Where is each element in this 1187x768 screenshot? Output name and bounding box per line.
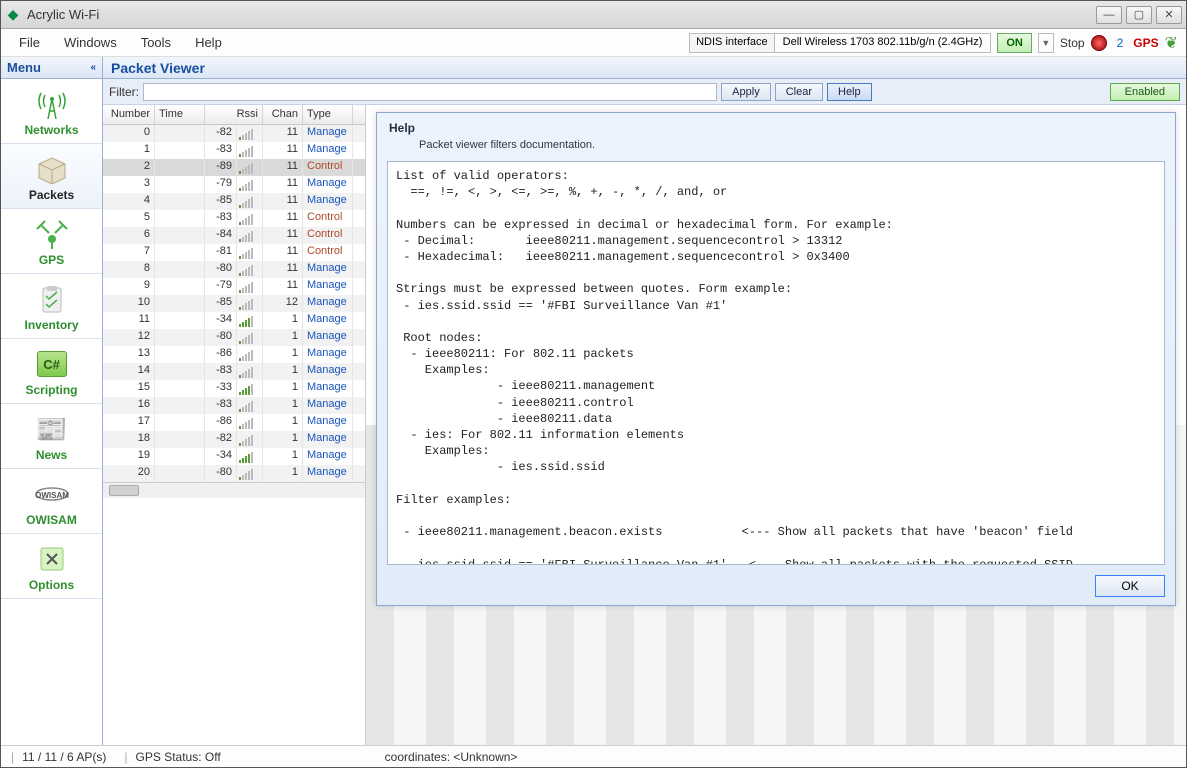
table-row[interactable]: 14-831Manage bbox=[103, 363, 365, 380]
menu-file[interactable]: File bbox=[9, 31, 50, 54]
table-row[interactable]: 17-861Manage bbox=[103, 414, 365, 431]
help-button[interactable]: Help bbox=[827, 83, 872, 101]
window-title: Acrylic Wi-Fi bbox=[27, 7, 99, 22]
status-ap: 11 / 11 / 6 AP(s) bbox=[22, 750, 106, 764]
satellite-icon bbox=[32, 217, 72, 251]
tools-icon bbox=[32, 542, 72, 576]
menu-windows[interactable]: Windows bbox=[54, 31, 127, 54]
filter-input[interactable] bbox=[143, 83, 717, 101]
on-dropdown-icon[interactable]: ▼ bbox=[1038, 33, 1054, 53]
interface-selector[interactable]: NDIS interface Dell Wireless 1703 802.11… bbox=[689, 33, 991, 53]
table-row[interactable]: 18-821Manage bbox=[103, 431, 365, 448]
table-row[interactable]: 19-341Manage bbox=[103, 448, 365, 465]
col-number[interactable]: Number bbox=[103, 105, 155, 124]
box-icon bbox=[32, 152, 72, 186]
col-rssi[interactable]: Rssi bbox=[205, 105, 263, 124]
sidebar: Menu « Networks Packets bbox=[1, 57, 103, 745]
table-row[interactable]: 4-8511Manage bbox=[103, 193, 365, 210]
owisam-icon: OWISAM bbox=[32, 477, 72, 511]
menu-help[interactable]: Help bbox=[185, 31, 232, 54]
sidebar-item-label: OWISAM bbox=[26, 513, 77, 527]
sidebar-header[interactable]: Menu « bbox=[1, 57, 102, 79]
sidebar-item-news[interactable]: 📰 News bbox=[1, 404, 102, 469]
col-time[interactable]: Time bbox=[155, 105, 205, 124]
help-panel: Help Packet viewer filters documentation… bbox=[376, 112, 1176, 606]
sidebar-item-label: Inventory bbox=[24, 318, 78, 332]
sidebar-item-label: Networks bbox=[24, 123, 78, 137]
sidebar-item-gps[interactable]: GPS bbox=[1, 209, 102, 274]
filter-bar: Filter: Apply Clear Help Enabled bbox=[103, 79, 1186, 105]
minimize-button[interactable]: — bbox=[1096, 6, 1122, 24]
sidebar-item-label: GPS bbox=[39, 253, 64, 267]
table-row[interactable]: 5-8311Control bbox=[103, 210, 365, 227]
table-row[interactable]: 20-801Manage bbox=[103, 465, 365, 482]
table-row[interactable]: 12-801Manage bbox=[103, 329, 365, 346]
table-row[interactable]: 1-8311Manage bbox=[103, 142, 365, 159]
statusbar: | 11 / 11 / 6 AP(s) | GPS Status: Off co… bbox=[1, 745, 1186, 767]
help-title: Help bbox=[389, 121, 1163, 135]
grid-horizontal-scrollbar[interactable] bbox=[103, 482, 365, 498]
packet-grid: Number Time Rssi Chan Type 0-8211Manage1… bbox=[103, 105, 366, 745]
interface-label: NDIS interface bbox=[690, 34, 775, 52]
sidebar-item-packets[interactable]: Packets bbox=[1, 144, 102, 209]
interface-value: Dell Wireless 1703 802.11b/g/n (2.4GHz) bbox=[775, 34, 991, 52]
table-row[interactable]: 13-861Manage bbox=[103, 346, 365, 363]
enabled-button[interactable]: Enabled bbox=[1110, 83, 1180, 101]
sidebar-item-label: Packets bbox=[29, 188, 74, 202]
antenna-icon bbox=[32, 87, 72, 121]
menu-tools[interactable]: Tools bbox=[131, 31, 181, 54]
chevron-left-icon: « bbox=[90, 62, 96, 73]
csharp-icon: C# bbox=[32, 347, 72, 381]
sidebar-item-scripting[interactable]: C# Scripting bbox=[1, 339, 102, 404]
table-row[interactable]: 2-8911Control bbox=[103, 159, 365, 176]
help-body[interactable]: List of valid operators: ==, !=, <, >, <… bbox=[387, 161, 1165, 565]
count-badge: 2 bbox=[1113, 36, 1128, 50]
table-row[interactable]: 0-8211Manage bbox=[103, 125, 365, 142]
newspaper-icon: 📰 bbox=[32, 412, 72, 446]
sidebar-item-options[interactable]: Options bbox=[1, 534, 102, 599]
col-type[interactable]: Type bbox=[303, 105, 353, 124]
sidebar-item-label: Options bbox=[29, 578, 74, 592]
svg-text:OWISAM: OWISAM bbox=[35, 491, 69, 500]
sidebar-item-networks[interactable]: Networks bbox=[1, 79, 102, 144]
content-title: Packet Viewer bbox=[103, 57, 1186, 79]
stop-button[interactable] bbox=[1091, 35, 1107, 51]
table-row[interactable]: 11-341Manage bbox=[103, 312, 365, 329]
table-row[interactable]: 3-7911Manage bbox=[103, 176, 365, 193]
table-row[interactable]: 6-8411Control bbox=[103, 227, 365, 244]
apply-button[interactable]: Apply bbox=[721, 83, 771, 101]
maximize-button[interactable]: ▢ bbox=[1126, 6, 1152, 24]
grid-header: Number Time Rssi Chan Type bbox=[103, 105, 365, 125]
table-row[interactable]: 7-8111Control bbox=[103, 244, 365, 261]
clear-button[interactable]: Clear bbox=[775, 83, 823, 101]
sidebar-item-label: News bbox=[36, 448, 67, 462]
clipboard-icon bbox=[32, 282, 72, 316]
menubar: File Windows Tools Help NDIS interface D… bbox=[1, 29, 1186, 57]
filter-label: Filter: bbox=[109, 85, 139, 99]
sidebar-title: Menu bbox=[7, 60, 41, 75]
app-icon: ◆ bbox=[5, 7, 21, 23]
on-toggle[interactable]: ON bbox=[997, 33, 1032, 53]
ok-button[interactable]: OK bbox=[1095, 575, 1165, 597]
table-row[interactable]: 9-7911Manage bbox=[103, 278, 365, 295]
table-row[interactable]: 10-8512Manage bbox=[103, 295, 365, 312]
sidebar-item-label: Scripting bbox=[25, 383, 77, 397]
close-button[interactable]: ✕ bbox=[1156, 6, 1182, 24]
sidebar-item-inventory[interactable]: Inventory bbox=[1, 274, 102, 339]
help-subtitle: Packet viewer filters documentation. bbox=[389, 135, 1163, 151]
sidebar-item-owisam[interactable]: OWISAM OWISAM bbox=[1, 469, 102, 534]
stop-label: Stop bbox=[1060, 36, 1085, 50]
table-row[interactable]: 15-331Manage bbox=[103, 380, 365, 397]
status-coords: coordinates: <Unknown> bbox=[385, 750, 518, 764]
gps-indicator: GPS bbox=[1133, 36, 1158, 50]
shield-icon[interactable]: ❦ bbox=[1165, 33, 1178, 53]
table-row[interactable]: 8-8011Manage bbox=[103, 261, 365, 278]
status-gps: GPS Status: Off bbox=[136, 750, 221, 764]
titlebar: ◆ Acrylic Wi-Fi — ▢ ✕ bbox=[1, 1, 1186, 29]
table-row[interactable]: 16-831Manage bbox=[103, 397, 365, 414]
col-chan[interactable]: Chan bbox=[263, 105, 303, 124]
